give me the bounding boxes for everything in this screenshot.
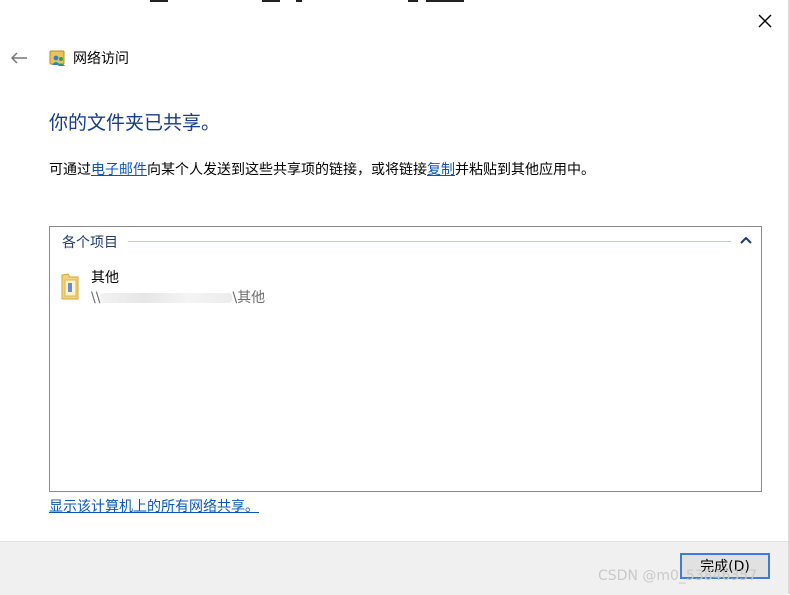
back-button[interactable] (8, 48, 30, 68)
page-heading: 你的文件夹已共享。 (49, 112, 221, 134)
chevron-up-icon (740, 236, 752, 244)
list-item[interactable]: 其他 \\ \其他 (58, 265, 358, 309)
watermark: CSDN @m0_53846357 (598, 568, 758, 584)
group-header-label: 各个项目 (62, 235, 118, 251)
item-path-suffix: \其他 (232, 290, 266, 306)
window-title: 网络访问 (73, 51, 129, 67)
item-path: \\ \其他 (91, 287, 265, 307)
email-link[interactable]: 电子邮件 (91, 162, 147, 178)
description-suffix: 并粘贴到其他应用中。 (455, 162, 595, 178)
network-share-icon (49, 50, 65, 66)
window-top-edge (0, 0, 790, 4)
collapse-group-button[interactable] (739, 233, 753, 247)
copy-link[interactable]: 复制 (427, 162, 455, 178)
description-middle: 向某个人发送到这些共享项的链接，或将链接 (147, 162, 427, 178)
redacted-region (100, 293, 233, 303)
back-arrow-icon (10, 52, 27, 64)
close-button[interactable] (752, 8, 778, 34)
item-path-prefix: \\ (91, 290, 101, 306)
show-all-shares-link[interactable]: 显示该计算机上的所有网络共享。 (49, 496, 259, 516)
item-name: 其他 (91, 270, 119, 286)
shared-items-list[interactable]: 各个项目 其他 \\ \其他 (49, 226, 762, 492)
description-prefix: 可通过 (49, 162, 91, 178)
folder-icon (61, 273, 79, 300)
share-description: 可通过电子邮件向某个人发送到这些共享项的链接，或将链接复制并粘贴到其他应用中。 (49, 159, 595, 179)
group-header-divider (128, 241, 731, 242)
close-icon (758, 14, 772, 28)
